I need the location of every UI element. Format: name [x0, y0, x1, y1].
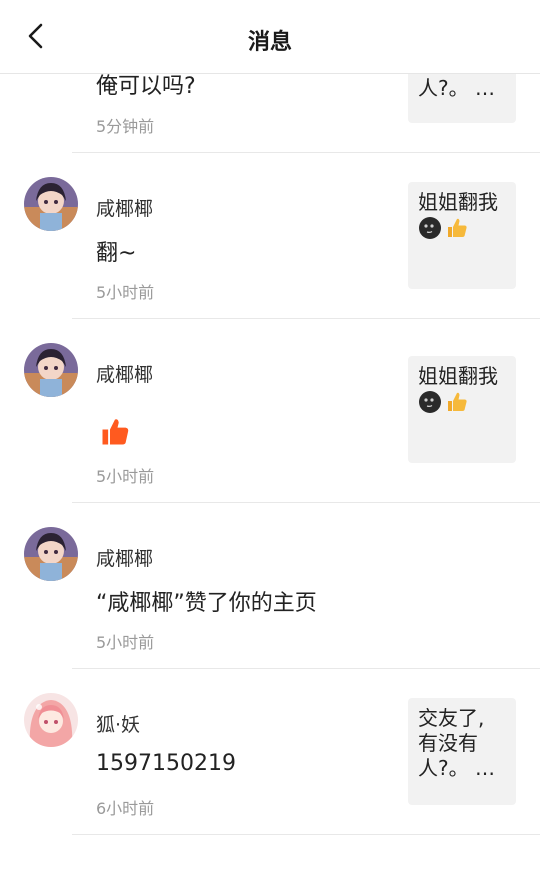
thumbnail-text: 人?。 …: [418, 76, 495, 100]
message-time: 6小时前: [96, 799, 155, 818]
moon-face-icon: [418, 390, 442, 420]
thumbnail-emoji-row: [418, 390, 506, 420]
thumbs-up-icon: [445, 390, 469, 420]
thumbs-up-icon: [100, 417, 130, 451]
post-thumbnail[interactable]: 姐姐翻我: [408, 356, 516, 463]
moon-face-icon: [418, 216, 442, 246]
thumbs-up-icon: [445, 216, 469, 246]
message-content: 1597150219: [96, 751, 236, 776]
post-thumbnail[interactable]: 交友了, 有没有 人?。 …: [408, 698, 516, 805]
avatar[interactable]: [24, 693, 78, 747]
avatar[interactable]: [24, 177, 78, 231]
message-time: 5小时前: [96, 467, 155, 486]
thumbnail-text-line: 有没有: [418, 731, 478, 755]
thumbnail-text: 姐姐翻我: [418, 364, 498, 388]
message-item[interactable]: 咸椰椰 翻~ 5小时前 姐姐翻我: [0, 153, 540, 319]
message-time: 5小时前: [96, 283, 155, 302]
thumbnail-emoji-row: [418, 216, 506, 246]
message-item[interactable]: 咸椰椰 “咸椰椰”赞了你的主页 5小时前: [0, 503, 540, 669]
top-bar: 消息: [0, 0, 540, 74]
message-content: 翻~: [96, 241, 137, 266]
thumbnail-text-line: 交友了,: [418, 706, 485, 730]
sender-name: 狐·妖: [96, 714, 141, 736]
thumbnail-text-line: 人?。 …: [418, 756, 495, 780]
message-item[interactable]: 咸椰椰 5小时前 姐姐翻我: [0, 319, 540, 503]
sender-name: 咸椰椰: [96, 364, 154, 386]
avatar[interactable]: [24, 343, 78, 397]
post-thumbnail[interactable]: 姐姐翻我: [408, 182, 516, 289]
message-item[interactable]: 狐·妖 1597150219 6小时前 交友了, 有没有 人?。 …: [0, 669, 540, 835]
message-time: 5小时前: [96, 633, 155, 652]
divider: [72, 834, 540, 835]
thumbnail-text: 姐姐翻我: [418, 190, 498, 214]
sender-name: 咸椰椰: [96, 198, 154, 220]
message-content: “咸椰椰”赞了你的主页: [96, 591, 317, 616]
sender-name: 咸椰椰: [96, 548, 154, 570]
message-time: 5分钟前: [96, 117, 155, 136]
avatar[interactable]: [24, 527, 78, 581]
page-title: 消息: [247, 30, 292, 55]
